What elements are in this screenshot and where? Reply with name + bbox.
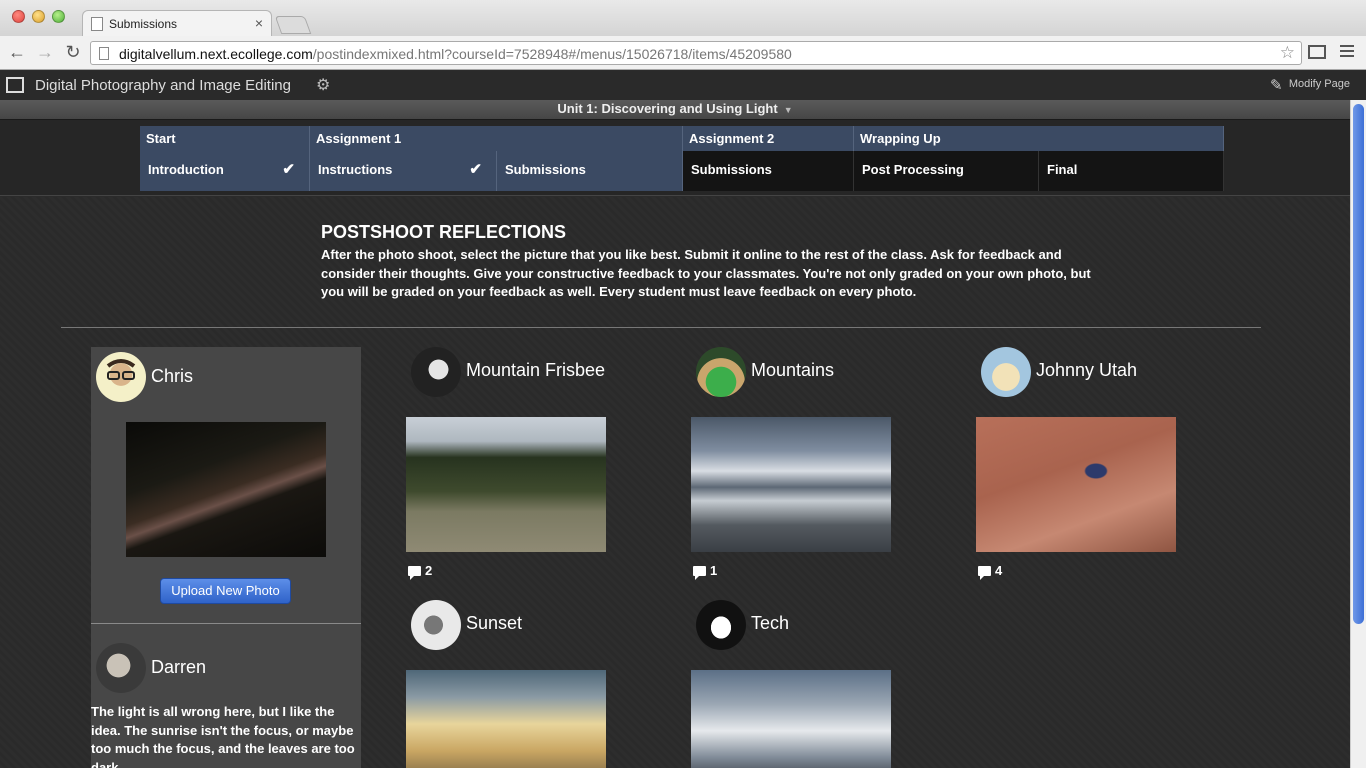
forward-icon[interactable]: →	[34, 42, 56, 63]
pencil-icon[interactable]: ✎	[1270, 76, 1283, 94]
avatar	[696, 347, 746, 397]
checkmark-icon: ✔	[469, 161, 482, 178]
user-name: Chris	[151, 366, 194, 386]
submission-title[interactable]: Mountain Frisbee	[466, 360, 605, 381]
nav-item-label: Instructions	[318, 162, 393, 177]
browser-tab[interactable]: Submissions ×	[82, 10, 272, 36]
nav-item-post-processing[interactable]: Post Processing	[854, 151, 1039, 191]
checkmark-icon: ✔	[282, 161, 295, 178]
commenter-name: Darren	[151, 657, 207, 677]
page-icon	[99, 47, 109, 60]
content-divider	[61, 327, 1261, 328]
nav-item-label: Submissions	[691, 162, 772, 177]
page-favicon-icon	[91, 17, 103, 31]
scrollbar-thumb[interactable]	[1353, 104, 1364, 624]
nav-item-submissions-2[interactable]: Submissions	[683, 151, 854, 191]
lesson-nav: Start Assignment 1 Assignment 2 Wrapping…	[0, 120, 1350, 196]
nav-item-label: Introduction	[148, 162, 224, 177]
lesson-nav-table: Start Assignment 1 Assignment 2 Wrapping…	[140, 126, 1224, 191]
address-bar[interactable]: digitalvellum.next.ecollege.com/postinde…	[90, 41, 1302, 65]
nav-item-label: Final	[1047, 162, 1078, 177]
comment-icon	[693, 566, 706, 580]
back-icon[interactable]: ←	[6, 42, 28, 63]
avatar	[981, 347, 1031, 397]
avatar	[411, 600, 461, 650]
submission-photo[interactable]	[406, 670, 606, 768]
nav-item-instructions[interactable]: Instructions ✔	[310, 151, 497, 191]
browser-toolbar: ← → ↻ digitalvellum.next.ecollege.com/po…	[0, 36, 1366, 70]
upload-new-photo-button[interactable]: Upload New Photo	[160, 578, 291, 604]
avatar	[96, 352, 146, 402]
fullscreen-icon[interactable]	[1308, 45, 1326, 59]
comment-count-value: 1	[710, 563, 718, 578]
url-host: digitalvellum.next.ecollege.com	[119, 46, 313, 62]
comment-count[interactable]: 4	[978, 563, 1003, 580]
new-tab-button[interactable]	[274, 16, 312, 34]
feedback-comment: The light is all wrong here, but I like …	[91, 704, 355, 768]
my-photo[interactable]	[126, 422, 326, 557]
comment-count[interactable]: 1	[693, 563, 718, 580]
url-path: /postindexmixed.html?courseId=7528948#/m…	[312, 46, 792, 62]
submission-title[interactable]: Tech	[751, 613, 789, 634]
nav-section-wrapping-up: Wrapping Up	[854, 126, 1224, 151]
comment-icon	[408, 566, 421, 580]
avatar	[96, 643, 146, 693]
minimize-window-button[interactable]	[32, 10, 45, 23]
unit-title: Unit 1: Discovering and Using Light	[557, 101, 778, 116]
chevron-down-icon: ▼	[783, 105, 793, 115]
submission-title[interactable]: Mountains	[751, 360, 834, 381]
panel-divider	[91, 623, 361, 624]
nav-section-assignment-1: Assignment 1	[310, 126, 683, 151]
reload-icon[interactable]: ↻	[62, 42, 84, 63]
tab-close-icon[interactable]: ×	[255, 15, 263, 31]
main-content: POSTSHOOT REFLECTIONS After the photo sh…	[0, 197, 1350, 768]
nav-section-start: Start	[140, 126, 310, 151]
tab-title: Submissions	[109, 17, 178, 31]
nav-item-submissions-1[interactable]: Submissions	[497, 151, 683, 191]
submission-photo[interactable]	[691, 670, 891, 768]
intro-text: After the photo shoot, select the pictur…	[321, 247, 1091, 299]
submission-photo[interactable]	[406, 417, 606, 552]
comment-icon	[978, 566, 991, 580]
comment-count[interactable]: 2	[408, 563, 433, 580]
zoom-window-button[interactable]	[52, 10, 65, 23]
nav-item-label: Submissions	[505, 162, 586, 177]
comment-count-value: 4	[995, 563, 1003, 578]
browser-tab-bar: Submissions ×	[0, 0, 1366, 36]
unit-selector[interactable]: Unit 1: Discovering and Using Light ▼	[0, 100, 1350, 120]
browser-menu-icon[interactable]	[1340, 45, 1354, 60]
submission-title[interactable]: Sunset	[466, 613, 522, 634]
user-portrait-icon	[106, 359, 136, 380]
close-window-button[interactable]	[12, 10, 25, 23]
avatar	[696, 600, 746, 650]
course-home-icon[interactable]	[6, 77, 24, 93]
bookmark-star-icon[interactable]: ☆	[1280, 43, 1295, 63]
course-title[interactable]: Digital Photography and Image Editing	[35, 77, 291, 94]
avatar	[411, 347, 461, 397]
nav-item-introduction[interactable]: Introduction ✔	[140, 151, 310, 191]
comment-count-value: 2	[425, 563, 433, 578]
nav-section-assignment-2: Assignment 2	[683, 126, 854, 151]
page-scrollbar[interactable]	[1350, 100, 1366, 768]
submission-title[interactable]: Johnny Utah	[1036, 360, 1137, 381]
gear-icon[interactable]: ⚙	[316, 75, 330, 95]
url-text[interactable]: digitalvellum.next.ecollege.com/postinde…	[119, 46, 792, 62]
my-submission-panel: Chris Upload New Photo Darren The light …	[91, 347, 361, 768]
nav-item-label: Post Processing	[862, 162, 964, 177]
nav-item-final[interactable]: Final	[1039, 151, 1224, 191]
app-header: Digital Photography and Image Editing ⚙ …	[0, 71, 1366, 100]
page-heading: POSTSHOOT REFLECTIONS	[321, 222, 567, 242]
submission-photo[interactable]	[976, 417, 1176, 552]
submission-photo[interactable]	[691, 417, 891, 552]
modify-page-link[interactable]: Modify Page	[1289, 78, 1350, 90]
